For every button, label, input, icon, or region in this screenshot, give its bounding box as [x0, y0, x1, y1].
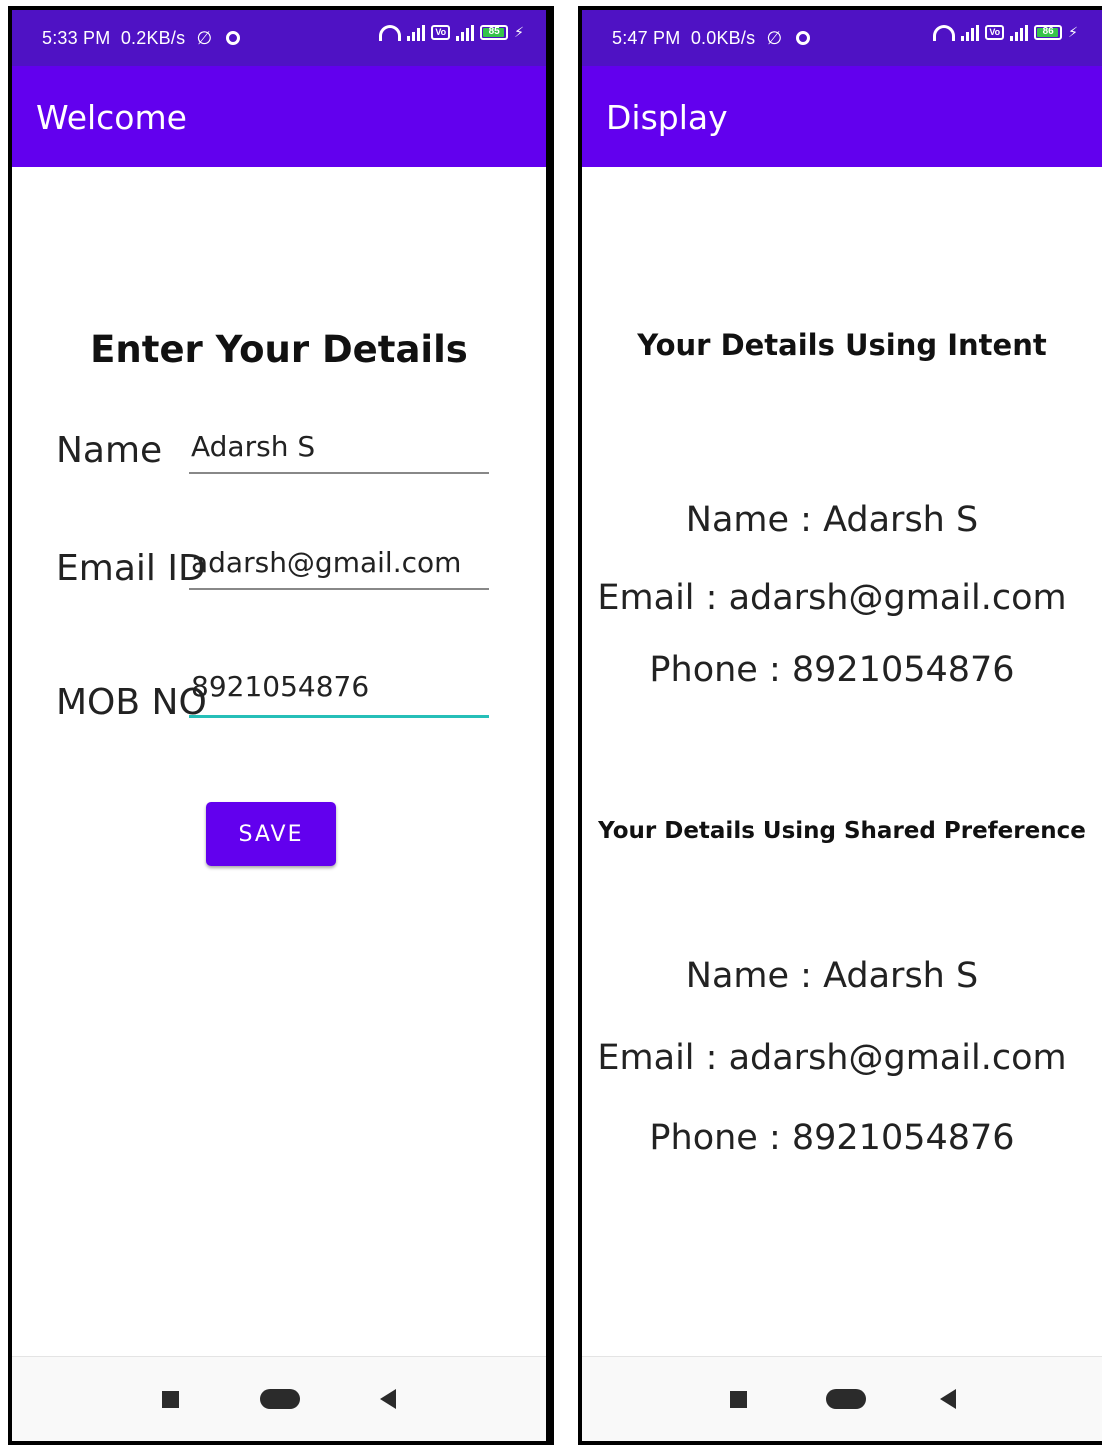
- page-heading: Enter Your Details: [90, 328, 468, 371]
- email-label: Email ID: [56, 548, 206, 589]
- navigation-bar: [582, 1356, 1102, 1441]
- shared-name-text: Name : Adarsh S: [685, 956, 979, 996]
- volte-icon: Vo: [431, 25, 451, 40]
- signal-4g-icon: [1010, 24, 1029, 41]
- shared-phone-text: Phone : 8921054876: [649, 1118, 1015, 1158]
- recent-apps-icon[interactable]: [730, 1391, 747, 1408]
- app-bar-title: Welcome: [36, 98, 187, 137]
- recent-apps-icon[interactable]: [162, 1391, 179, 1408]
- charging-bolt-icon: ⚡︎: [514, 24, 524, 40]
- clock-text: 5:47 PM: [612, 28, 681, 48]
- app-bar: Welcome: [12, 66, 546, 167]
- wifi-icon: [379, 24, 402, 41]
- intent-email-text: Email : adarsh@gmail.com: [597, 578, 1067, 618]
- status-time: 5:47 PM 0.0KB/s ∅: [612, 28, 810, 49]
- home-icon[interactable]: [260, 1389, 300, 1409]
- charging-bolt-icon: ⚡︎: [1068, 24, 1078, 40]
- intent-phone-text: Phone : 8921054876: [649, 650, 1015, 690]
- navigation-bar: [12, 1356, 546, 1441]
- signal-icon: [407, 24, 426, 41]
- silent-bell-icon: ∅: [766, 28, 783, 48]
- mobile-input[interactable]: 8921054876: [189, 670, 489, 718]
- status-time: 5:33 PM 0.2KB/s ∅: [42, 28, 240, 49]
- volte-icon: Vo: [985, 25, 1005, 40]
- wifi-icon: [933, 24, 956, 41]
- intent-name-text: Name : Adarsh S: [685, 500, 979, 540]
- shared-preference-heading: Your Details Using Shared Preference: [598, 818, 1086, 844]
- network-speed: 0.2KB/s: [120, 28, 186, 48]
- save-button[interactable]: SAVE: [206, 802, 336, 866]
- status-bar: 5:33 PM 0.2KB/s ∅ Vo 85 ⚡︎: [12, 10, 546, 66]
- mobile-label: MOB NO: [56, 682, 207, 723]
- name-label: Name: [56, 430, 163, 471]
- back-icon[interactable]: [940, 1389, 956, 1409]
- gear-icon: [795, 31, 810, 45]
- phone-screen-display: 5:47 PM 0.0KB/s ∅ Vo 86 ⚡︎ Display Your …: [578, 6, 1102, 1445]
- gear-icon: [225, 31, 240, 45]
- home-icon[interactable]: [826, 1389, 866, 1409]
- back-icon[interactable]: [380, 1389, 396, 1409]
- app-bar-title: Display: [606, 98, 728, 137]
- app-bar: Display: [582, 66, 1102, 167]
- phone-screen-welcome: 5:33 PM 0.2KB/s ∅ Vo 85 ⚡︎ Welcome Enter…: [8, 6, 554, 1445]
- intent-heading: Your Details Using Intent: [637, 328, 1047, 362]
- silent-bell-icon: ∅: [196, 28, 213, 48]
- status-bar: 5:47 PM 0.0KB/s ∅ Vo 86 ⚡︎: [582, 10, 1102, 66]
- email-input[interactable]: adarsh@gmail.com: [189, 546, 489, 590]
- name-input[interactable]: Adarsh S: [189, 430, 489, 474]
- signal-icon: [961, 24, 980, 41]
- network-speed: 0.0KB/s: [690, 28, 756, 48]
- battery-icon: 85: [480, 25, 509, 40]
- shared-email-text: Email : adarsh@gmail.com: [597, 1038, 1067, 1078]
- clock-text: 5:33 PM: [42, 28, 111, 48]
- battery-icon: 86: [1034, 25, 1063, 40]
- signal-4g-icon: [456, 24, 475, 41]
